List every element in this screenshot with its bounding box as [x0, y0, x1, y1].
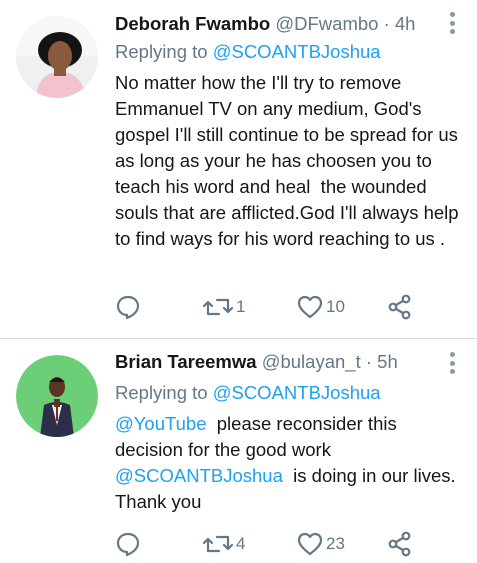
timestamp[interactable]: 5h [377, 351, 398, 372]
tweet-actions: 1 10 [115, 292, 415, 322]
tweet[interactable]: Brian Tareemwa @bulayan_t · 5h Replying … [0, 339, 477, 563]
author-handle[interactable]: @DFwambo [275, 13, 378, 34]
retweet-button[interactable]: 4 [203, 529, 245, 559]
more-options-icon[interactable] [449, 12, 455, 34]
retweet-icon [203, 298, 233, 316]
mention-youtube[interactable]: @YouTube [115, 413, 206, 434]
tweet-header: Deborah Fwambo @DFwambo · 4h [115, 12, 437, 36]
like-count: 10 [326, 297, 345, 316]
like-button[interactable]: 23 [297, 529, 345, 559]
replying-to: Replying to @SCOANTBJoshua [115, 39, 381, 65]
like-icon [297, 532, 323, 556]
more-options-icon[interactable] [449, 352, 455, 374]
reply-icon [116, 532, 140, 557]
separator-dot: · [383, 13, 390, 34]
like-count: 23 [326, 534, 345, 553]
share-button[interactable] [387, 292, 413, 322]
like-button[interactable]: 10 [297, 292, 345, 322]
reply-button[interactable] [115, 292, 141, 322]
author-handle[interactable]: @bulayan_t [262, 351, 361, 372]
separator-dot: · [365, 351, 373, 372]
tweet-header: Brian Tareemwa @bulayan_t · 5h [115, 350, 437, 374]
tweet-text: No matter how the I'll try to remove Emm… [115, 72, 464, 249]
replying-to-mention[interactable]: @SCOANTBJoshua [213, 382, 381, 403]
share-icon [388, 294, 411, 320]
mention-scoantbjoshua[interactable]: @SCOANTBJoshua [115, 465, 283, 486]
tweet[interactable]: Deborah Fwambo @DFwambo · 4h Replying to… [0, 0, 477, 338]
replying-to: Replying to @SCOANTBJoshua [115, 380, 381, 406]
author-name[interactable]: Brian Tareemwa [115, 351, 257, 372]
avatar-photo-icon [16, 355, 98, 437]
replying-to-mention[interactable]: @SCOANTBJoshua [213, 41, 381, 62]
retweet-count: 4 [236, 534, 246, 553]
avatar-photo-icon [16, 16, 98, 98]
retweet-icon [203, 535, 233, 553]
retweet-count: 1 [236, 297, 246, 316]
avatar[interactable] [16, 16, 98, 98]
replying-to-prefix: Replying to [115, 382, 213, 403]
like-icon [297, 295, 323, 319]
reply-button[interactable] [115, 529, 141, 559]
reply-icon [116, 295, 140, 320]
share-button[interactable] [387, 529, 413, 559]
avatar[interactable] [16, 355, 98, 437]
tweet-text: @YouTube please reconsider this decision… [115, 411, 465, 515]
share-icon [388, 531, 411, 557]
timestamp[interactable]: 4h [395, 13, 416, 34]
retweet-button[interactable]: 1 [203, 292, 245, 322]
author-name[interactable]: Deborah Fwambo [115, 13, 270, 34]
tweet-actions: 4 23 [115, 529, 415, 559]
replying-to-prefix: Replying to [115, 41, 213, 62]
